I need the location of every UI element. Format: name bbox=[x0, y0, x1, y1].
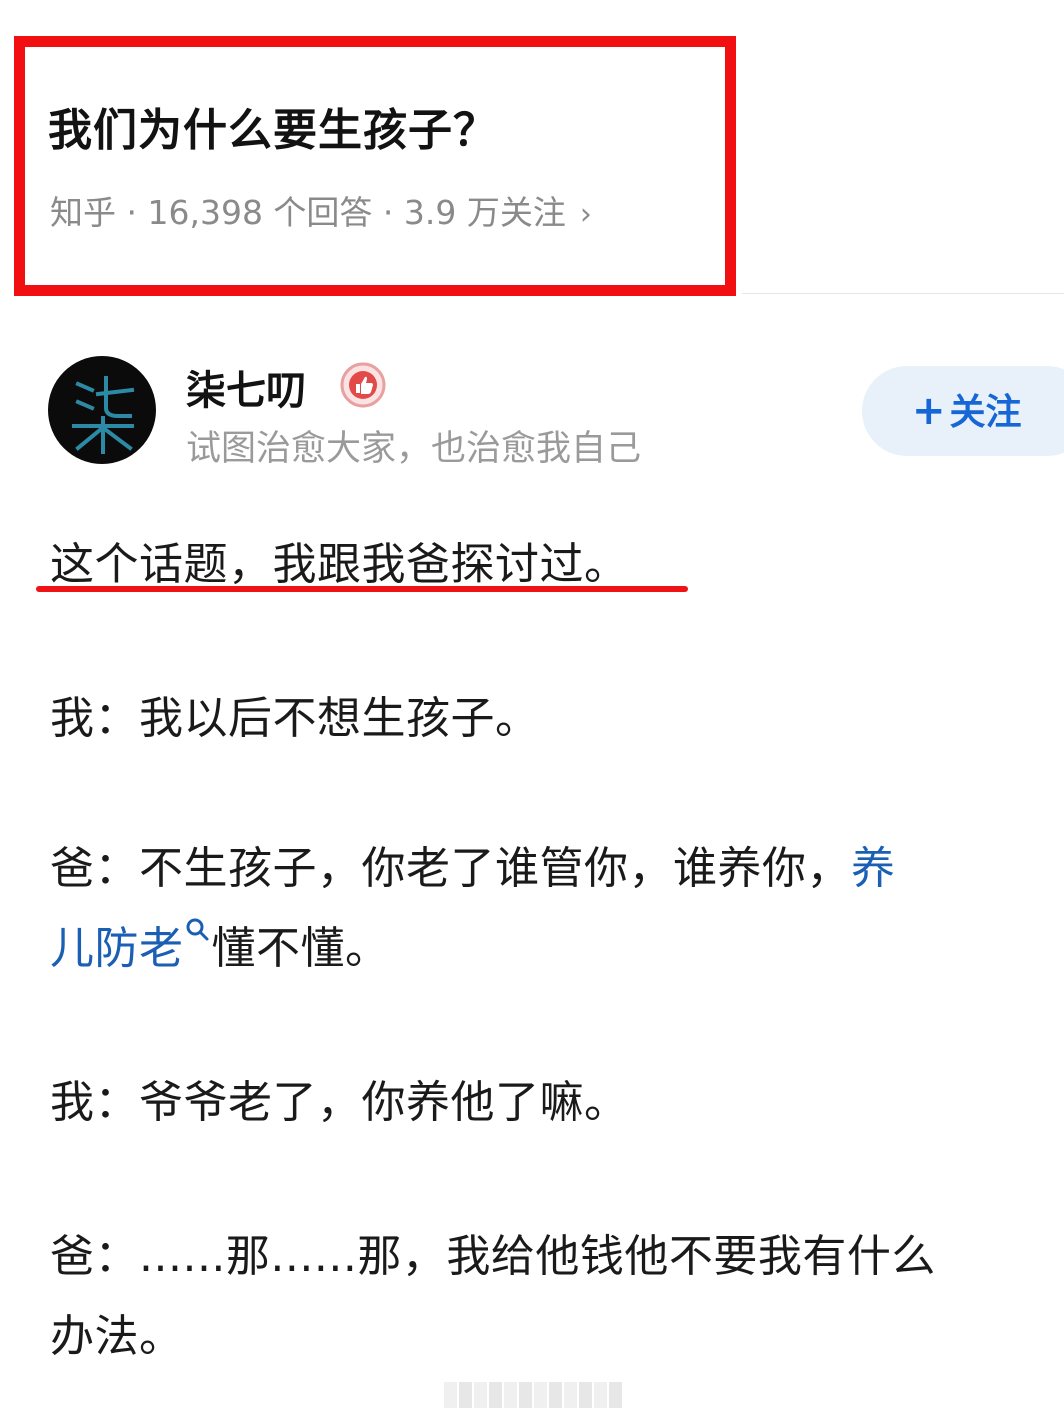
follow-button[interactable]: + 关注 bbox=[862, 366, 1064, 456]
search-link-part-2[interactable]: 儿防老 bbox=[50, 923, 184, 974]
thumbs-up-badge-icon bbox=[340, 362, 386, 408]
header-divider bbox=[742, 293, 1064, 294]
answer-paragraph-3-line-1: 爸：不生孩子，你老了谁管你，谁养你，养 bbox=[50, 832, 896, 896]
search-link-part-1[interactable]: 养 bbox=[851, 843, 896, 894]
avatar-glyph-icon bbox=[72, 376, 135, 454]
question-title[interactable]: 我们为什么要生孩子？ bbox=[48, 94, 498, 158]
watermark bbox=[444, 1382, 622, 1408]
answer-paragraph-3-text: 爸：不生孩子，你老了谁管你，谁养你， bbox=[50, 843, 851, 894]
answer-paragraph-5-line-1: 爸：......那......那，我给他钱他不要我有什么 bbox=[50, 1231, 936, 1282]
answer-paragraph-3-line-2: 儿防老 懂不懂。 bbox=[50, 912, 390, 976]
question-highlight-box bbox=[14, 36, 736, 296]
chevron-right-icon: › bbox=[579, 197, 592, 232]
search-icon[interactable] bbox=[184, 916, 210, 942]
question-meta-text: 知乎 · 16,398 个回答 · 3.9 万关注 bbox=[50, 193, 566, 232]
author-bio: 试图治愈大家，也治愈我自己 bbox=[186, 429, 642, 469]
answer-paragraph-3-tail: 懂不懂。 bbox=[211, 923, 390, 974]
plus-icon: + bbox=[912, 388, 946, 434]
answer-paragraph-4: 我：爷爷老了，你养他了嘛。 bbox=[50, 1077, 629, 1128]
red-underline-annotation bbox=[36, 586, 688, 592]
question-meta[interactable]: 知乎 · 16,398 个回答 · 3.9 万关注 › bbox=[50, 186, 592, 234]
answer-paragraph-2: 我：我以后不想生孩子。 bbox=[50, 693, 540, 744]
avatar[interactable] bbox=[48, 356, 156, 464]
author-name[interactable]: 柒七叨 bbox=[186, 358, 306, 416]
follow-label: 关注 bbox=[949, 392, 1022, 433]
answer-paragraph-5-line-2: 办法。 bbox=[50, 1311, 184, 1362]
answer-paragraph-1: 这个话题，我跟我爸探讨过。 bbox=[50, 539, 629, 590]
